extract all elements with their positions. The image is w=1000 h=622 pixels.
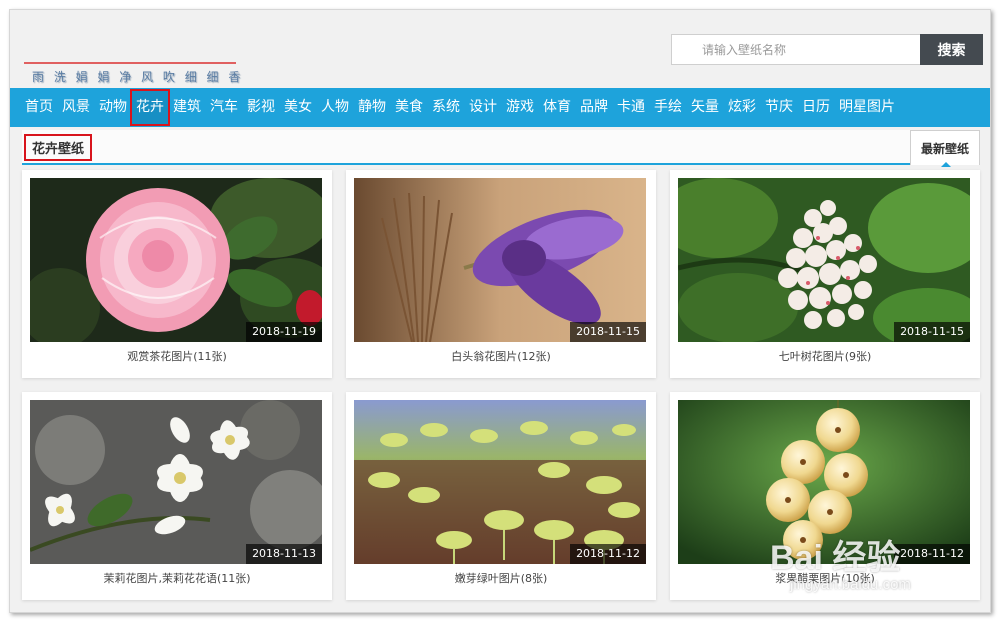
wallpaper-thumbnail[interactable]: 2018-11-12 [354,400,646,564]
nav-item-sports[interactable]: 体育 [543,88,571,127]
nav-item-scenery[interactable]: 风景 [62,88,90,127]
category-nav: 首页 风景 动物 花卉 建筑 汽车 影视 美女 人物 静物 美食 系统 设计 游… [10,88,990,127]
nav-item-flowers[interactable]: 花卉 [130,89,170,126]
nav-item-design[interactable]: 设计 [469,88,497,127]
nav-item-film[interactable]: 影视 [247,88,275,127]
wallpaper-thumbnail[interactable]: 2018-11-19 [30,178,322,342]
search-input[interactable]: 请输入壁纸名称 [671,34,921,65]
nav-item-animals[interactable]: 动物 [99,88,127,127]
card-date: 2018-11-15 [894,322,970,342]
card-date: 2018-11-19 [246,322,322,342]
browser-frame: 雨 洗 娟 娟 净 风 吹 细 细 香 请输入壁纸名称 搜索 首页 风景 动物 … [9,9,991,613]
nav-item-still-life[interactable]: 静物 [358,88,386,127]
nav-item-games[interactable]: 游戏 [506,88,534,127]
wallpaper-card[interactable]: 2018-11-12 嫩芽绿叶图片(8张) [346,392,656,600]
wallpaper-thumbnail[interactable]: 2018-11-15 [678,178,970,342]
nav-item-calendar[interactable]: 日历 [802,88,830,127]
card-date: 2018-11-13 [246,544,322,564]
nav-item-celebrity[interactable]: 明星图片 [839,88,895,127]
nav-item-cars[interactable]: 汽车 [210,88,238,127]
card-caption[interactable]: 茉莉花图片,茉莉花花语(11张) [22,570,332,586]
wallpaper-card[interactable]: 2018-11-12 浆果醋栗图片(10张) [670,392,980,600]
nav-item-system[interactable]: 系统 [432,88,460,127]
card-caption[interactable]: 七叶树花图片(9张) [670,348,980,364]
section-title: 花卉壁纸 [24,134,93,161]
nav-item-food[interactable]: 美食 [395,88,423,127]
nav-item-architecture[interactable]: 建筑 [173,88,201,127]
card-date: 2018-11-12 [570,544,646,564]
logo-divider [24,62,236,64]
card-caption[interactable]: 嫩芽绿叶图片(8张) [346,570,656,586]
nav-item-cartoon[interactable]: 卡通 [617,88,645,127]
wallpaper-card[interactable]: 2018-11-19 观赏茶花图片(11张) [22,170,332,378]
nav-item-home[interactable]: 首页 [25,88,53,127]
section-header: 花卉壁纸 最新壁纸 [22,130,980,167]
card-caption[interactable]: 观赏茶花图片(11张) [22,348,332,364]
card-date: 2018-11-15 [570,322,646,342]
card-caption[interactable]: 白头翁花图片(12张) [346,348,656,364]
nav-item-brands[interactable]: 品牌 [580,88,608,127]
wallpaper-thumbnail[interactable]: 2018-11-12 [678,400,970,564]
nav-item-people[interactable]: 人物 [321,88,349,127]
card-caption[interactable]: 浆果醋栗图片(10张) [670,570,980,586]
wallpaper-thumbnail[interactable]: 2018-11-15 [354,178,646,342]
nav-item-vector[interactable]: 矢量 [691,88,719,127]
wallpaper-card[interactable]: 2018-11-15 白头翁花图片(12张) [346,170,656,378]
wallpaper-thumbnail[interactable]: 2018-11-13 [30,400,322,564]
nav-item-hand-drawn[interactable]: 手绘 [654,88,682,127]
site-slogan: 雨 洗 娟 娟 净 风 吹 细 细 香 [32,70,244,84]
wallpaper-card[interactable]: 2018-11-15 七叶树花图片(9张) [670,170,980,378]
nav-item-beauty[interactable]: 美女 [284,88,312,127]
nav-item-festival[interactable]: 节庆 [765,88,793,127]
card-date: 2018-11-12 [894,544,970,564]
tab-latest-wallpapers[interactable]: 最新壁纸 [910,130,980,167]
wallpaper-card[interactable]: 2018-11-13 茉莉花图片,茉莉花花语(11张) [22,392,332,600]
nav-item-colorful[interactable]: 炫彩 [728,88,756,127]
search-button[interactable]: 搜索 [920,34,983,65]
